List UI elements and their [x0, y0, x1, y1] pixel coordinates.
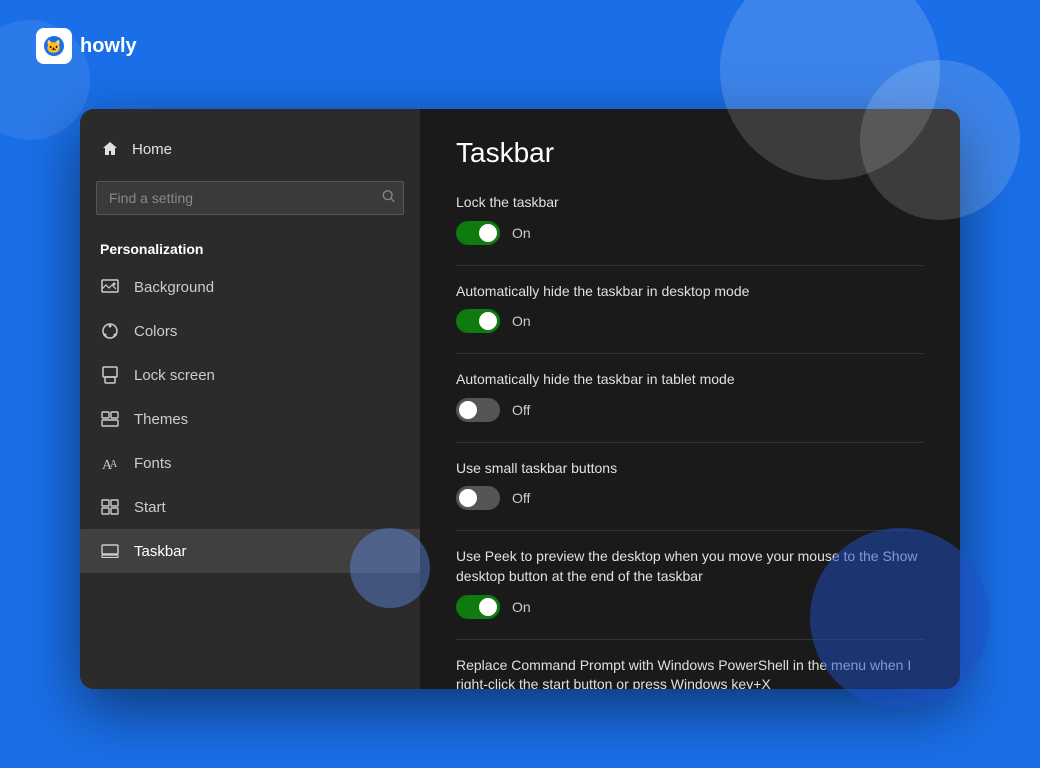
colors-icon [100, 321, 120, 341]
lock-taskbar-thumb [479, 224, 497, 242]
setting-hide-desktop: Automatically hide the taskbar in deskto… [456, 282, 924, 334]
hide-desktop-label: Automatically hide the taskbar in deskto… [456, 282, 924, 302]
divider-4 [456, 530, 924, 531]
fonts-label: Fonts [134, 455, 172, 472]
hide-desktop-thumb [479, 312, 497, 330]
svg-text:A: A [110, 459, 118, 470]
svg-text:🐱: 🐱 [46, 39, 62, 54]
start-label: Start [134, 499, 166, 516]
hide-tablet-label: Automatically hide the taskbar in tablet… [456, 370, 924, 390]
small-buttons-thumb [459, 489, 477, 507]
sidebar-home[interactable]: Home [80, 129, 420, 169]
sidebar-item-colors[interactable]: Colors [80, 309, 420, 353]
peek-preview-toggle[interactable] [456, 595, 500, 619]
setting-hide-tablet: Automatically hide the taskbar in tablet… [456, 370, 924, 422]
sidebar-item-background[interactable]: Background [80, 265, 420, 309]
small-buttons-status: Off [512, 490, 530, 506]
home-label: Home [132, 141, 172, 158]
start-icon [100, 497, 120, 517]
taskbar-label: Taskbar [134, 543, 187, 560]
background-icon [100, 277, 120, 297]
lock-screen-label: Lock screen [134, 367, 215, 384]
lock-taskbar-toggle[interactable] [456, 221, 500, 245]
divider-1 [456, 265, 924, 266]
hide-tablet-thumb [459, 401, 477, 419]
search-button[interactable] [382, 190, 396, 207]
lock-screen-icon [100, 365, 120, 385]
background-label: Background [134, 279, 214, 296]
bg-blob-2 [860, 60, 1020, 220]
howly-logo: 🐱 [36, 28, 72, 64]
divider-3 [456, 442, 924, 443]
themes-label: Themes [134, 411, 188, 428]
sidebar-item-start[interactable]: Start [80, 485, 420, 529]
hide-tablet-status: Off [512, 402, 530, 418]
taskbar-icon [100, 541, 120, 561]
sidebar-item-themes[interactable]: Themes [80, 397, 420, 441]
hide-desktop-status: On [512, 313, 531, 329]
home-icon [100, 139, 120, 159]
hide-tablet-toggle-row: Off [456, 398, 924, 422]
fonts-icon: A A [100, 453, 120, 473]
small-buttons-toggle-row: Off [456, 486, 924, 510]
setting-small-buttons: Use small taskbar buttons Off [456, 459, 924, 511]
peek-preview-status: On [512, 599, 531, 615]
bg-blob-3 [810, 528, 990, 708]
hide-tablet-toggle[interactable] [456, 398, 500, 422]
colors-label: Colors [134, 323, 177, 340]
brand-name: howly [80, 35, 137, 58]
hide-desktop-toggle-row: On [456, 309, 924, 333]
search-input[interactable] [96, 181, 404, 215]
lock-taskbar-toggle-row: On [456, 221, 924, 245]
sidebar-item-lock-screen[interactable]: Lock screen [80, 353, 420, 397]
divider-2 [456, 353, 924, 354]
small-buttons-toggle[interactable] [456, 486, 500, 510]
themes-icon [100, 409, 120, 429]
search-box [96, 181, 404, 215]
howly-header: 🐱 howly [36, 28, 137, 64]
small-buttons-label: Use small taskbar buttons [456, 459, 924, 479]
lock-taskbar-status: On [512, 225, 531, 241]
peek-preview-thumb [479, 598, 497, 616]
lock-taskbar-label: Lock the taskbar [456, 193, 924, 213]
sidebar-item-fonts[interactable]: A A Fonts [80, 441, 420, 485]
bg-blob-4 [350, 528, 430, 608]
hide-desktop-toggle[interactable] [456, 309, 500, 333]
section-label: Personalization [80, 227, 420, 265]
setting-lock-taskbar: Lock the taskbar On [456, 193, 924, 245]
